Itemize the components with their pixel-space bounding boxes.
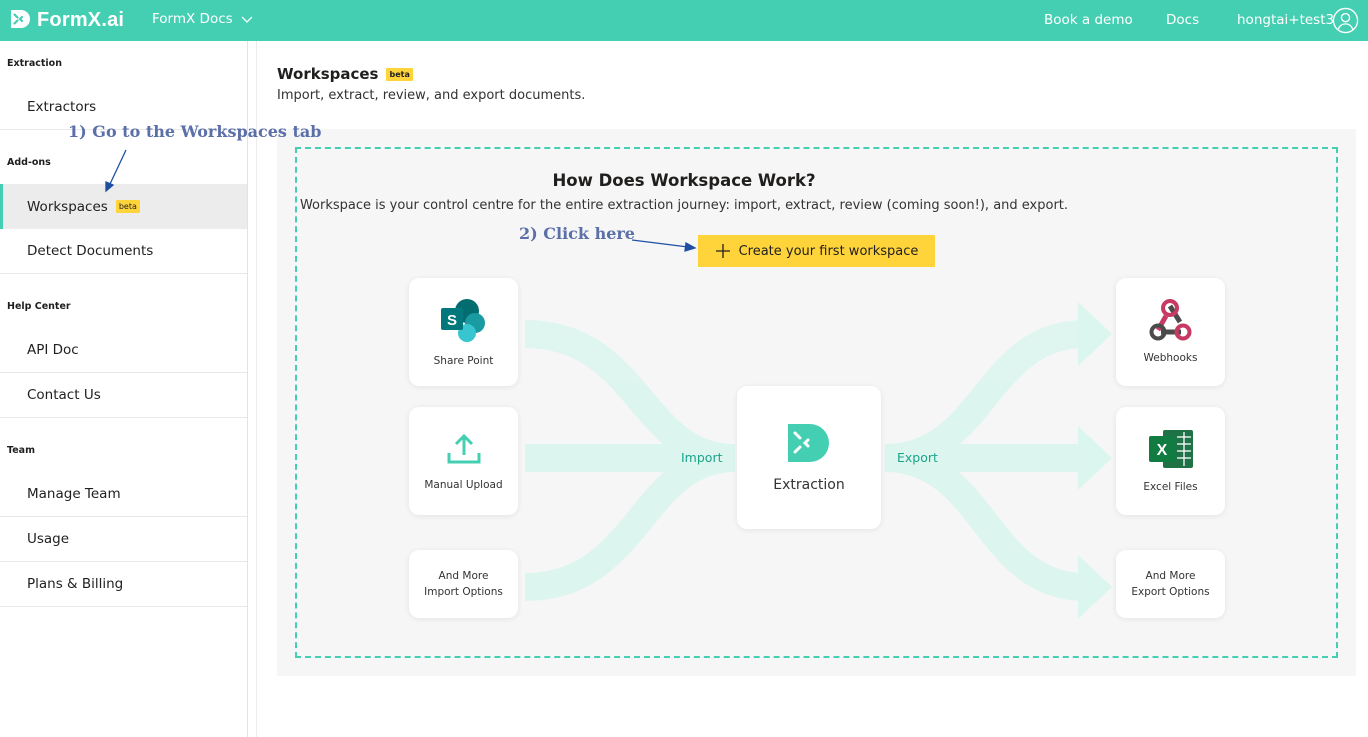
beta-badge: beta [386, 67, 413, 81]
import-label: Import [681, 450, 723, 465]
source-sharepoint-card: S Share Point [409, 278, 518, 386]
destination-label: Excel Files [1143, 481, 1198, 493]
source-label: Manual Upload [424, 479, 503, 491]
chevron-down-icon [241, 16, 253, 23]
export-label: Export [897, 450, 938, 465]
sidebar-item-label: Detect Documents [27, 243, 154, 259]
destination-more-card: And More Export Options [1116, 550, 1225, 618]
sidebar-item-label: API Doc [27, 342, 79, 358]
destination-webhooks-card: Webhooks [1116, 278, 1225, 386]
svg-text:S: S [446, 312, 456, 329]
source-label: And More Import Options [424, 570, 503, 598]
page-title-text: Workspaces [277, 65, 379, 83]
book-demo-link[interactable]: Book a demo [1044, 12, 1133, 28]
sidebar: Extraction Extractors Add-ons Workspaces… [0, 41, 248, 737]
sidebar-item-label: Contact Us [27, 387, 101, 403]
upload-icon [447, 433, 480, 464]
formx-logo-icon [11, 10, 30, 28]
formx-extraction-icon [788, 423, 829, 462]
sidebar-item-detect-documents[interactable]: Detect Documents [0, 229, 247, 274]
user-avatar-icon[interactable] [1332, 7, 1359, 34]
section-extraction: Extraction [7, 58, 62, 69]
docs-dropdown[interactable]: FormX Docs [152, 11, 253, 27]
docs-link[interactable]: Docs [1166, 12, 1199, 28]
docs-dropdown-label: FormX Docs [152, 11, 233, 27]
annotation-step-2: 2) Click here [519, 224, 635, 243]
webhooks-icon [1149, 299, 1191, 341]
how-subtitle: Workspace is your control centre for the… [299, 198, 1069, 213]
svg-text:X: X [1156, 442, 1167, 459]
destination-excel-card: X Excel Files [1116, 407, 1225, 515]
divider [256, 41, 257, 737]
top-bar: FormX.ai FormX Docs Book a demo Docs hon… [0, 0, 1368, 41]
source-manual-upload-card: Manual Upload [409, 407, 518, 515]
plus-icon [715, 244, 730, 258]
section-team: Team [7, 445, 35, 456]
excel-icon: X [1148, 430, 1193, 468]
section-help-center: Help Center [7, 301, 71, 312]
center-label: Extraction [773, 476, 845, 493]
destination-label: And More Export Options [1131, 570, 1210, 598]
how-title: How Does Workspace Work? [552, 171, 816, 190]
sidebar-item-api-doc[interactable]: API Doc [0, 328, 247, 373]
destination-label: Webhooks [1143, 352, 1198, 364]
sidebar-item-usage[interactable]: Usage [0, 517, 247, 562]
brand-name: FormX.ai [37, 8, 125, 31]
sidebar-item-manage-team[interactable]: Manage Team [0, 472, 247, 517]
extraction-card: Extraction [737, 386, 881, 529]
sidebar-item-label: Usage [27, 531, 70, 547]
sidebar-item-contact-us[interactable]: Contact Us [0, 373, 247, 418]
create-workspace-label: Create your first workspace [738, 243, 919, 259]
source-label: Share Point [433, 355, 494, 367]
page-subtitle: Import, extract, review, and export docu… [277, 88, 586, 103]
page-title: Workspaces beta [277, 65, 413, 83]
sharepoint-icon: S [440, 299, 485, 342]
user-name[interactable]: hongtai+test3 [1237, 12, 1334, 28]
sidebar-item-plans-billing[interactable]: Plans & Billing [0, 562, 247, 607]
brand-logo[interactable]: FormX.ai [8, 7, 124, 33]
source-more-card: And More Import Options [409, 550, 518, 618]
section-add-ons: Add-ons [7, 157, 51, 168]
sidebar-item-label: Manage Team [27, 486, 121, 502]
create-workspace-button[interactable]: Create your first workspace [698, 235, 935, 267]
sidebar-item-label: Extractors [27, 99, 97, 115]
annotation-step-1: 1) Go to the Workspaces tab [68, 122, 322, 141]
sidebar-item-label: Plans & Billing [27, 576, 124, 592]
